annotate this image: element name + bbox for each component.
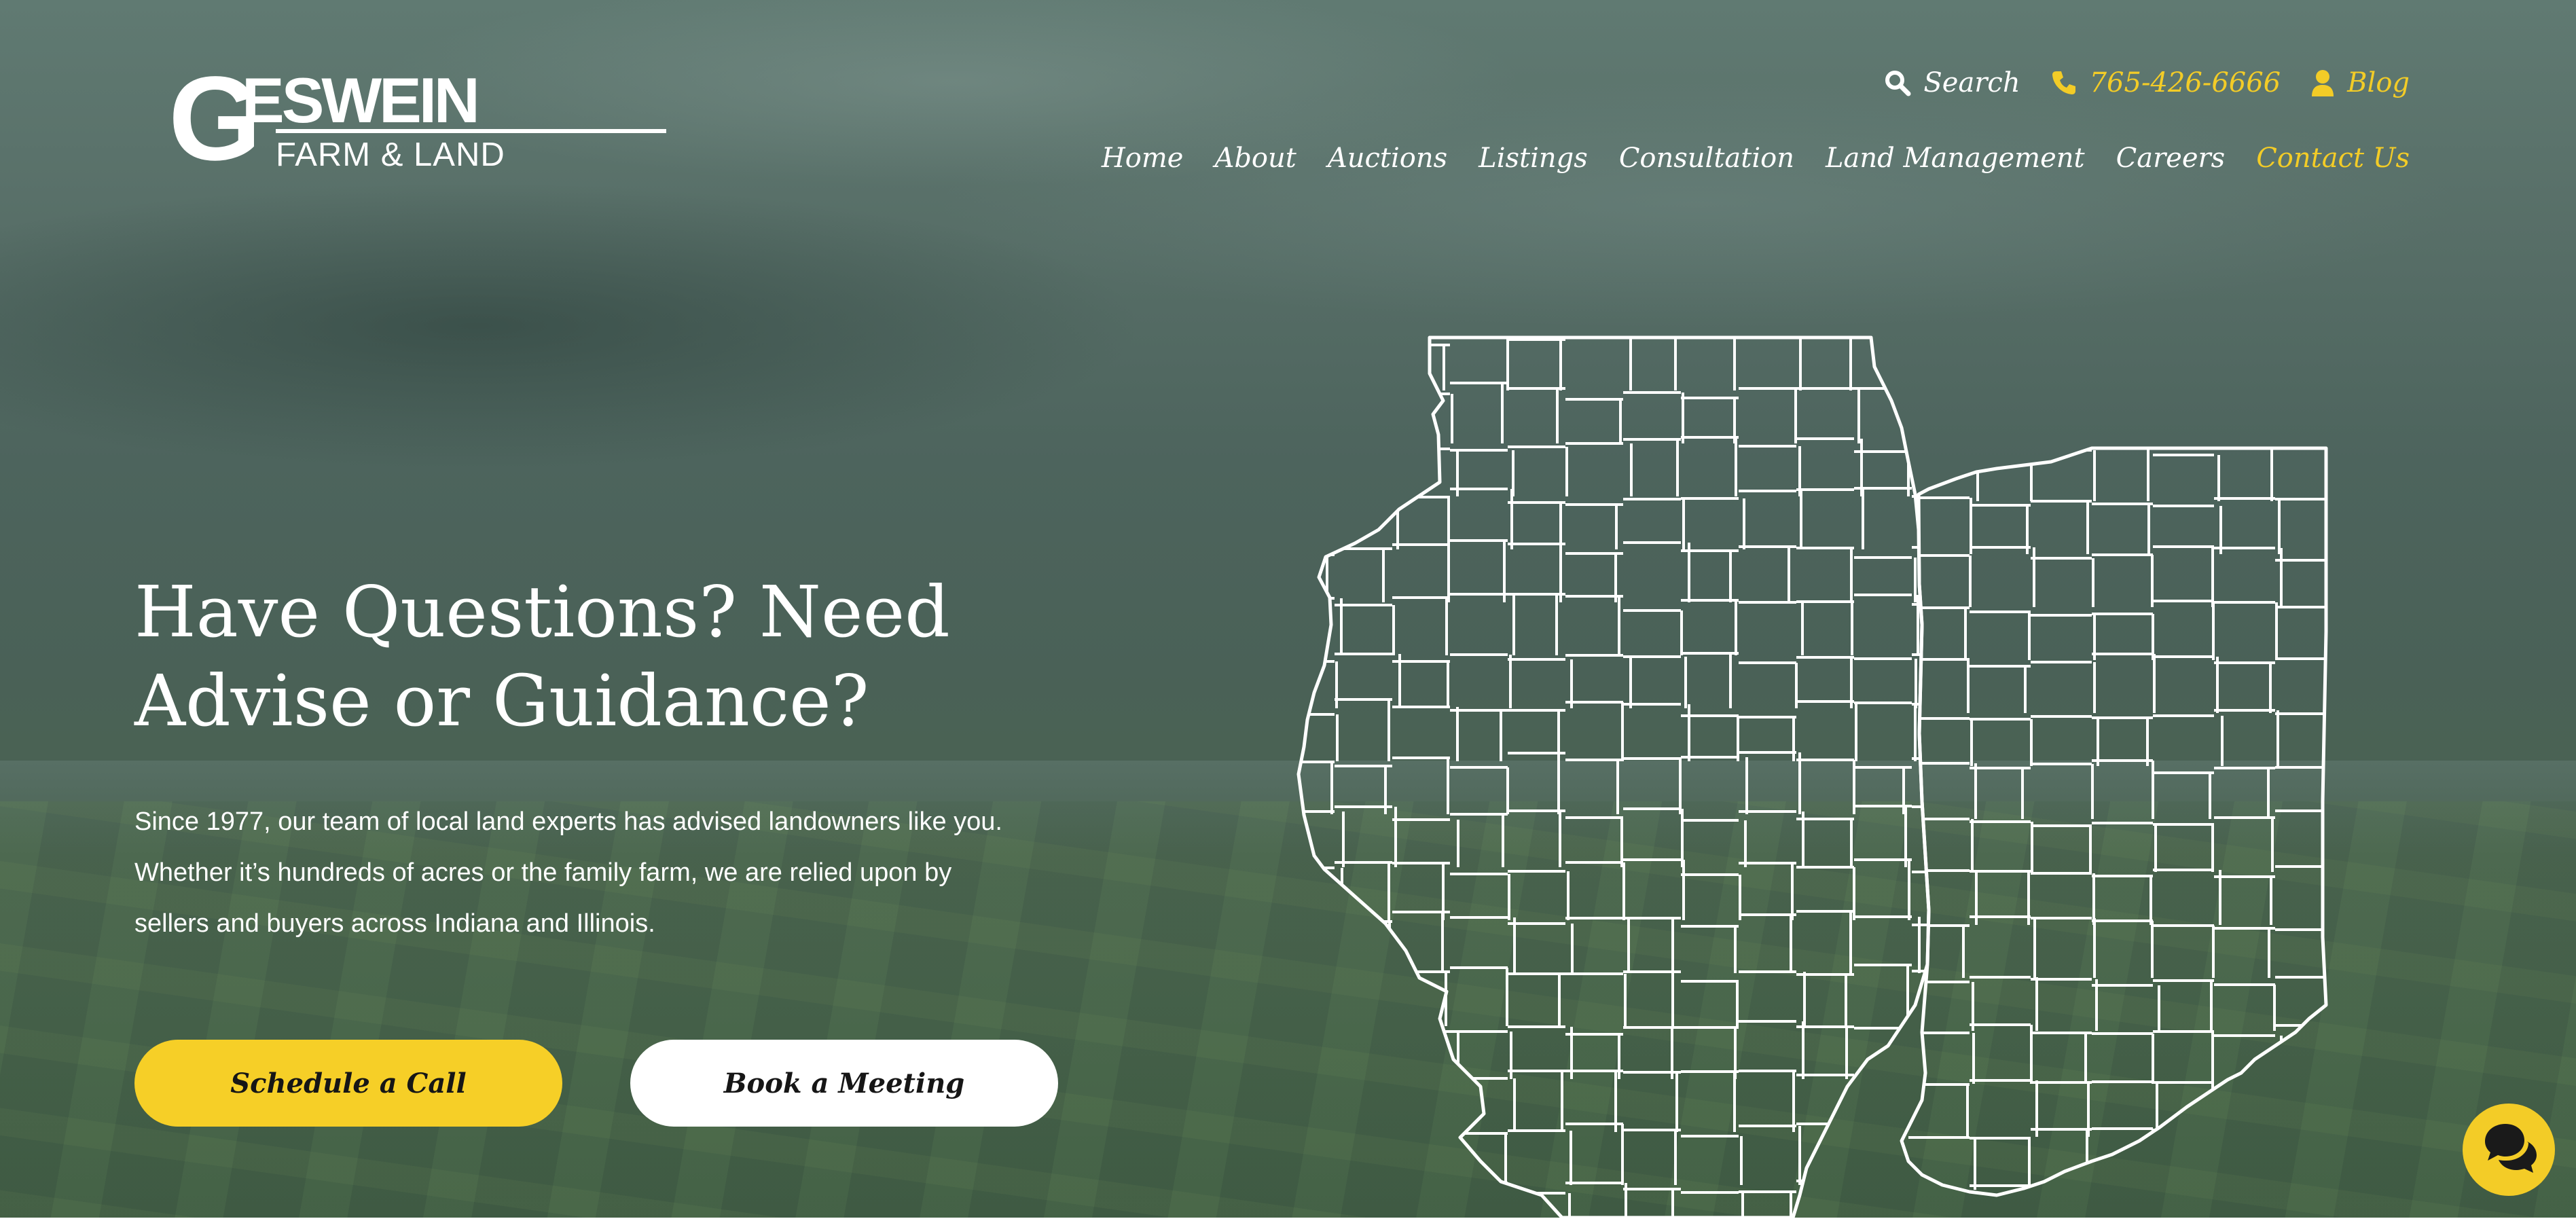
chat-button[interactable] — [2463, 1104, 2555, 1196]
phone-link[interactable]: 765-426-6666 — [2050, 67, 2281, 98]
nav-listings[interactable]: Listings — [1479, 143, 1588, 174]
book-meeting-button[interactable]: Book a Meeting — [630, 1040, 1058, 1127]
county-map-svg — [1296, 335, 2328, 1220]
illinois-outline — [1296, 335, 1931, 1220]
search-label: Search — [1923, 67, 2020, 98]
description-line-3: sellers and buyers across Indiana and Il… — [134, 909, 655, 938]
phone-icon — [2050, 69, 2078, 96]
headline-line-1: Have Questions? Need — [134, 570, 950, 653]
user-icon — [2310, 69, 2335, 96]
chat-icon — [2480, 1121, 2538, 1179]
nav-about[interactable]: About — [1214, 143, 1296, 174]
logo-divider — [276, 129, 666, 133]
blog-label: Blog — [2347, 67, 2410, 98]
hero-headline: Have Questions? Need Advise or Guidance? — [134, 568, 1017, 746]
headline-line-2: Advise or Guidance? — [134, 659, 869, 742]
search-link[interactable]: Search — [1884, 67, 2020, 98]
nav-consultation[interactable]: Consultation — [1619, 143, 1794, 174]
phone-number: 765-426-6666 — [2089, 67, 2281, 98]
site-logo[interactable]: G ESWEIN FARM & LAND — [168, 59, 666, 179]
description-line-2: Whether it’s hundreds of acres or the fa… — [134, 858, 952, 887]
search-icon — [1884, 69, 1911, 96]
main-nav: Home About Auctions Listings Consultatio… — [1102, 143, 2410, 174]
logo-wordmark: ESWEIN — [242, 65, 480, 136]
illinois-indiana-county-map — [1277, 326, 2350, 1220]
utility-bar: Search 765-426-6666 Blog — [1884, 62, 2410, 103]
nav-home[interactable]: Home — [1102, 143, 1184, 174]
nav-auctions[interactable]: Auctions — [1328, 143, 1447, 174]
hero-description: Since 1977, our team of local land exper… — [134, 797, 1112, 949]
illinois-county-lines — [1299, 338, 1929, 1218]
schedule-call-button[interactable]: Schedule a Call — [134, 1040, 562, 1127]
description-line-1: Since 1977, our team of local land exper… — [134, 807, 1002, 836]
nav-contact-us[interactable]: Contact Us — [2256, 143, 2410, 174]
blog-link[interactable]: Blog — [2310, 67, 2410, 98]
nav-careers[interactable]: Careers — [2116, 143, 2226, 174]
indiana-county-lines — [1908, 448, 2326, 1195]
nav-land-management[interactable]: Land Management — [1826, 143, 2085, 174]
logo-tagline: FARM & LAND — [276, 136, 505, 173]
